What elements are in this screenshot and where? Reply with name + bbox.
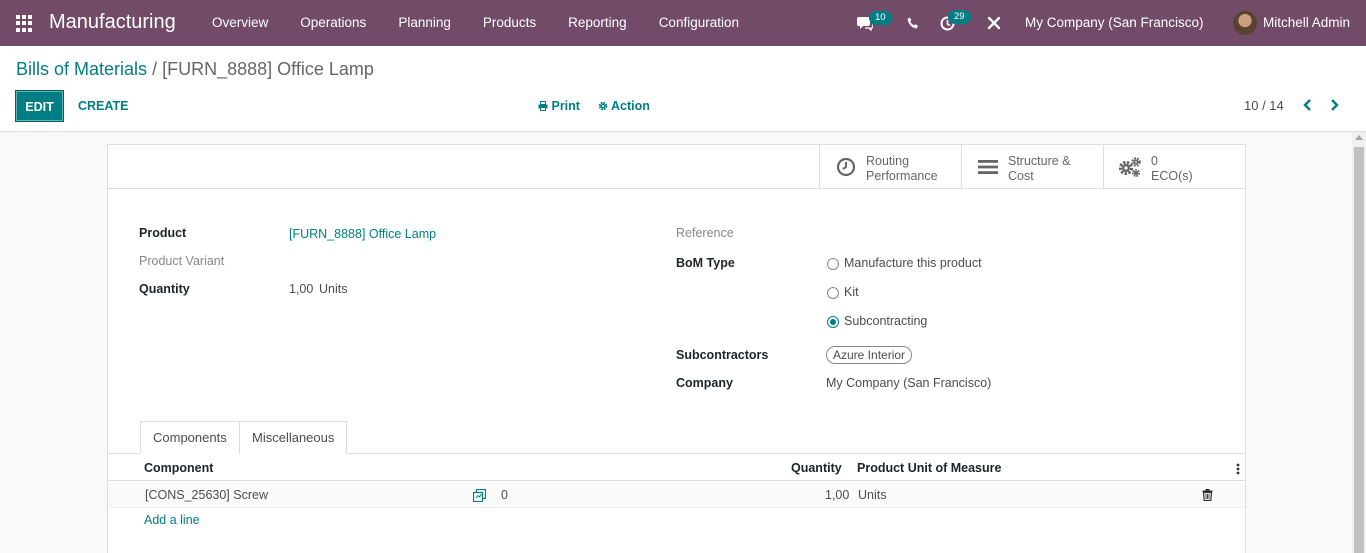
messages-count-badge: 10 <box>869 11 892 25</box>
breadcrumb-current-record: [FURN_8888] Office Lamp <box>162 59 374 79</box>
row-availability: 0 <box>501 488 508 502</box>
print-button[interactable]: Print <box>538 99 580 113</box>
form-sheet: Routing Performance Structure & Cost 0 E… <box>107 144 1246 553</box>
print-label: Print <box>551 99 580 113</box>
bom-type-manufacture-label[interactable]: Manufacture this product <box>844 256 982 270</box>
eco-count: 0 <box>1151 154 1158 168</box>
table-row[interactable]: [CONS_25630] Screw 0 1,00 Units <box>108 482 1245 508</box>
eco-label: ECO(s) <box>1151 169 1193 183</box>
edit-button[interactable]: EDIT <box>15 90 64 122</box>
bom-type-label: BoM Type <box>676 256 735 270</box>
print-icon <box>538 101 548 111</box>
subcontractors-label: Subcontractors <box>676 348 769 362</box>
product-field[interactable]: [FURN_8888] Office Lamp <box>289 227 436 241</box>
product-variant-label: Product Variant <box>139 254 225 268</box>
action-button[interactable]: Action <box>598 99 650 113</box>
menu-reporting[interactable]: Reporting <box>552 0 643 46</box>
apps-menu-icon[interactable] <box>16 15 33 32</box>
structure-label-line2: Cost <box>1008 169 1034 183</box>
breadcrumb-bills-of-materials[interactable]: Bills of Materials <box>16 59 147 79</box>
smart-button-box: Routing Performance Structure & Cost 0 E… <box>108 145 1245 189</box>
phone-icon[interactable] <box>907 17 920 30</box>
row-uom[interactable]: Units <box>858 488 886 502</box>
page-scrollbar[interactable] <box>1352 132 1366 553</box>
top-navbar: Manufacturing Overview Operations Planni… <box>0 0 1366 46</box>
add-a-line-link[interactable]: Add a line <box>144 513 200 527</box>
scroll-thumb[interactable] <box>1354 147 1364 553</box>
row-component[interactable]: [CONS_25630] Screw <box>145 488 268 502</box>
quantity-value: 1,00 <box>289 282 314 296</box>
gears-icon <box>1118 157 1141 177</box>
pager-value[interactable]: 10 / 14 <box>1244 98 1284 113</box>
bom-type-kit-label[interactable]: Kit <box>844 285 859 299</box>
bars-icon <box>978 160 998 174</box>
routing-label-line2: Performance <box>866 169 938 183</box>
header-component[interactable]: Component <box>144 461 213 475</box>
structure-cost-button[interactable]: Structure & Cost <box>961 145 1103 189</box>
structure-label-line1: Structure & <box>1008 154 1071 168</box>
menu-planning[interactable]: Planning <box>382 0 467 46</box>
components-table-header: Component Quantity Product Unit of Measu… <box>108 455 1245 481</box>
control-panel: Bills of Materials / [FURN_8888] Office … <box>0 46 1366 132</box>
forecast-availability-icon[interactable] <box>473 489 486 502</box>
reference-label: Reference <box>676 226 734 240</box>
bom-type-subcontracting-radio[interactable] <box>827 316 839 328</box>
main-menu: Overview Operations Planning Products Re… <box>196 0 755 46</box>
row-quantity[interactable]: 1,00 <box>825 488 849 502</box>
company-switcher[interactable]: My Company (San Francisco) <box>1025 15 1204 30</box>
gear-icon <box>598 101 608 111</box>
pager-next-icon[interactable] <box>1328 97 1342 113</box>
menu-configuration[interactable]: Configuration <box>643 0 755 46</box>
header-quantity[interactable]: Quantity <box>791 461 842 475</box>
scroll-up-arrow-icon[interactable] <box>1355 135 1363 140</box>
routing-label-line1: Routing <box>866 154 910 168</box>
menu-products[interactable]: Products <box>467 0 552 46</box>
company-label: Company <box>676 376 733 390</box>
clock-icon <box>836 157 856 177</box>
routing-performance-button[interactable]: Routing Performance <box>819 145 961 189</box>
menu-operations[interactable]: Operations <box>284 0 382 46</box>
delete-trash-icon[interactable] <box>1202 489 1213 501</box>
company-value[interactable]: My Company (San Francisco) <box>826 376 991 390</box>
app-name[interactable]: Manufacturing <box>49 11 176 34</box>
quantity-uom: Units <box>319 282 348 296</box>
activities-count-badge: 29 <box>948 10 971 24</box>
user-avatar[interactable] <box>1233 11 1257 35</box>
breadcrumb-separator: / <box>152 59 158 79</box>
tools-icon[interactable] <box>987 16 1001 30</box>
column-options-icon[interactable] <box>1236 463 1240 475</box>
create-button[interactable]: CREATE <box>78 99 128 113</box>
eco-button[interactable]: 0 ECO(s) <box>1103 145 1245 189</box>
bom-type-manufacture-radio[interactable] <box>827 258 839 270</box>
header-uom[interactable]: Product Unit of Measure <box>857 461 1001 475</box>
pager-previous-icon[interactable] <box>1300 97 1314 113</box>
product-label: Product <box>139 226 187 240</box>
bom-type-kit-radio[interactable] <box>827 287 839 299</box>
breadcrumb: Bills of Materials / [FURN_8888] Office … <box>16 59 374 80</box>
tab-miscellaneous[interactable]: Miscellaneous <box>239 421 348 454</box>
bom-type-subcontracting-label[interactable]: Subcontracting <box>844 314 927 328</box>
quantity-label: Quantity <box>139 282 190 296</box>
tab-components[interactable]: Components <box>140 421 240 454</box>
menu-overview[interactable]: Overview <box>196 0 284 46</box>
user-menu[interactable]: Mitchell Admin <box>1263 15 1350 30</box>
subcontractor-tag[interactable]: Azure Interior <box>826 346 913 364</box>
action-label: Action <box>611 99 650 113</box>
